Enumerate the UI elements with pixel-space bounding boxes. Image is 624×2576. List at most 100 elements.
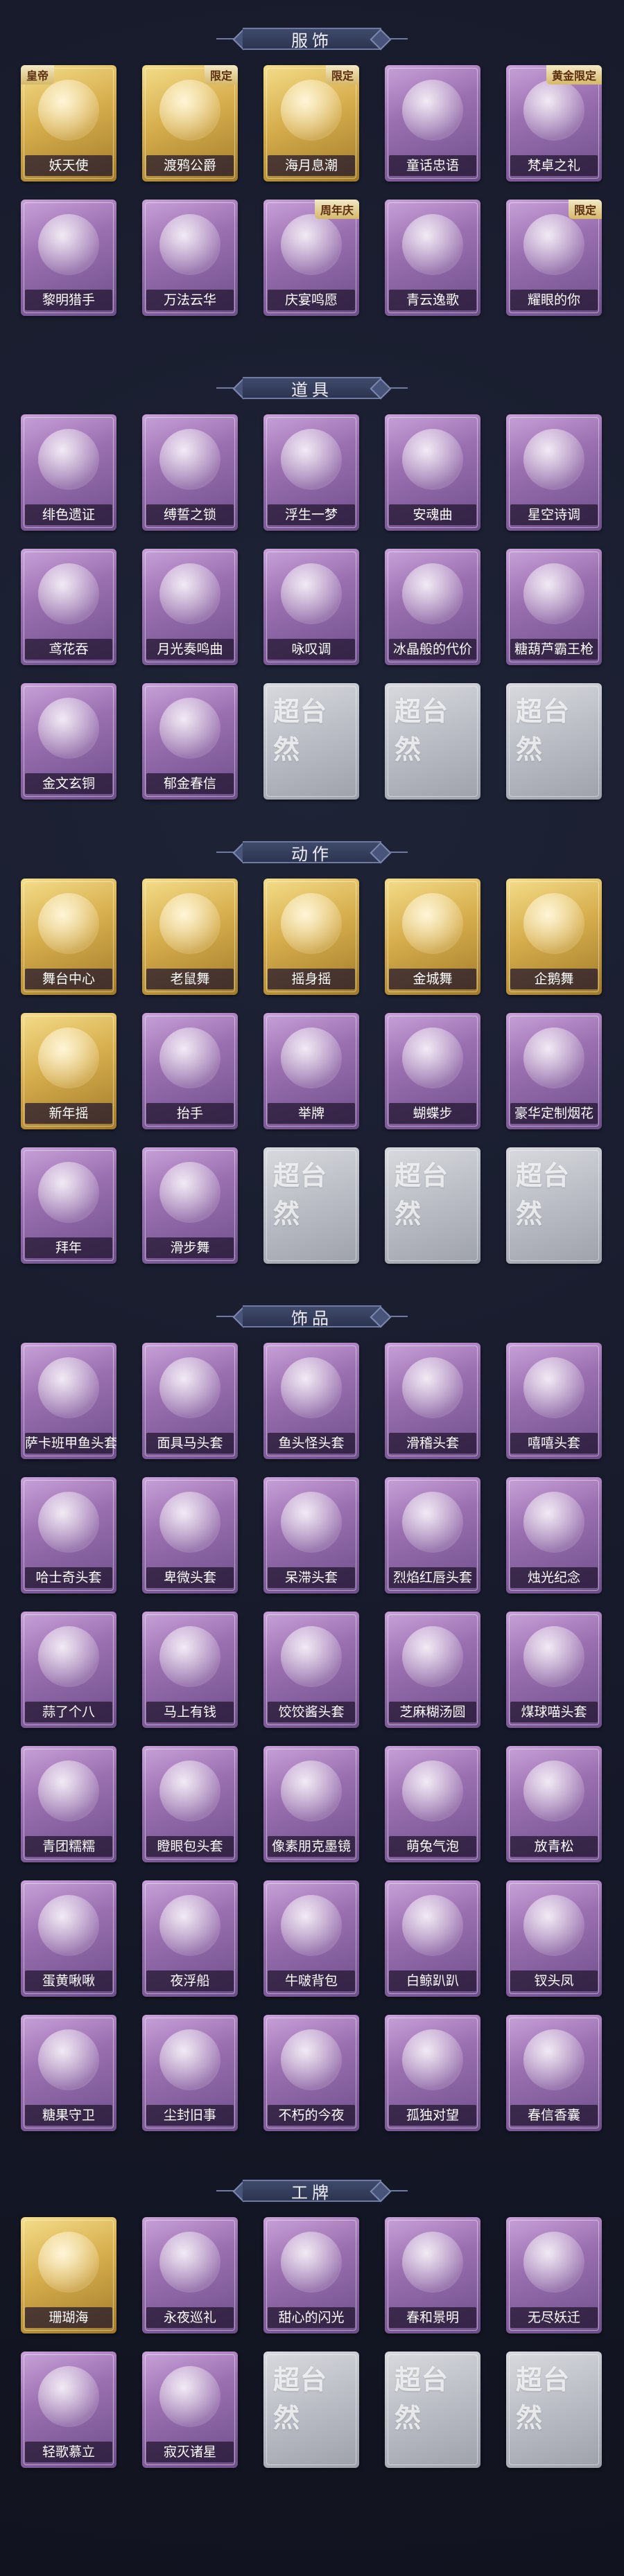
- item-card[interactable]: 无尽妖迁: [506, 2217, 602, 2334]
- item-card[interactable]: 饺饺酱头套: [263, 1612, 359, 1728]
- section-title: 动作: [291, 844, 333, 864]
- locked-item-card[interactable]: 超台然: [385, 1147, 480, 1264]
- item-card[interactable]: 老鼠舞: [142, 879, 238, 995]
- locked-item-card[interactable]: 超台然: [506, 2352, 602, 2468]
- item-card[interactable]: 周年庆 庆宴鸣愿: [263, 200, 359, 316]
- watermark-text: 超台然: [273, 2364, 328, 2433]
- item-card[interactable]: 寂灭诸星: [142, 2352, 238, 2468]
- header-ornament: [390, 1316, 408, 1317]
- item-image: [516, 421, 592, 497]
- item-name: 星空诗调: [510, 504, 598, 525]
- item-row: 舞台中心 老鼠舞 摇身摇 金城舞 企鹅舞: [21, 879, 603, 1003]
- item-card[interactable]: 黎明猎手: [21, 200, 116, 316]
- item-card[interactable]: 春和景明: [385, 2217, 480, 2334]
- item-card[interactable]: 青云逸歌: [385, 200, 480, 316]
- item-card[interactable]: 限定 耀眼的你: [506, 200, 602, 316]
- locked-item-card[interactable]: 超台然: [385, 683, 480, 800]
- item-card[interactable]: 钗头凤: [506, 1880, 602, 1997]
- watermark-logo: 超台然: [395, 690, 471, 766]
- item-card[interactable]: 糖葫芦霸王枪: [506, 549, 602, 665]
- item-card[interactable]: 永夜巡礼: [142, 2217, 238, 2334]
- item-card[interactable]: 金文玄铜: [21, 683, 116, 800]
- item-card[interactable]: 烛光纪念: [506, 1477, 602, 1594]
- item-card[interactable]: 星空诗调: [506, 414, 602, 531]
- item-card[interactable]: 皇帝 妖天使: [21, 65, 116, 182]
- item-card[interactable]: 缚誓之锁: [142, 414, 238, 531]
- item-card[interactable]: 抬手: [142, 1013, 238, 1129]
- item-card[interactable]: 甜心的闪光: [263, 2217, 359, 2334]
- item-card[interactable]: 呆滞头套: [263, 1477, 359, 1594]
- item-card[interactable]: 萌兔气泡: [385, 1746, 480, 1862]
- item-card[interactable]: 萨卡班甲鱼头套: [21, 1343, 116, 1459]
- item-card[interactable]: 举牌: [263, 1013, 359, 1129]
- item-card[interactable]: 咏叹调: [263, 549, 359, 665]
- item-card[interactable]: 尘封旧事: [142, 2015, 238, 2131]
- item-card[interactable]: 煤球喵头套: [506, 1612, 602, 1728]
- item-card[interactable]: 蛋黄啾啾: [21, 1880, 116, 1997]
- item-card[interactable]: 万法云华: [142, 200, 238, 316]
- item-card[interactable]: 绯色遗证: [21, 414, 116, 531]
- locked-item-card[interactable]: 超台然: [385, 2352, 480, 2468]
- item-card[interactable]: 春信香囊: [506, 2015, 602, 2131]
- item-card[interactable]: 新年摇: [21, 1013, 116, 1129]
- item-card[interactable]: 滑步舞: [142, 1147, 238, 1264]
- item-card[interactable]: 企鹅舞: [506, 879, 602, 995]
- item-card[interactable]: 童话忠语: [385, 65, 480, 182]
- item-card[interactable]: 像素朋克墨镜: [263, 1746, 359, 1862]
- item-card[interactable]: 蒜了个八: [21, 1612, 116, 1728]
- item-image: [395, 1887, 471, 1964]
- item-card[interactable]: 牛啵背包: [263, 1880, 359, 1997]
- item-artwork: [523, 893, 584, 954]
- item-card[interactable]: 郁金春信: [142, 683, 238, 800]
- item-name: 缚誓之锁: [146, 504, 234, 525]
- item-artwork: [281, 893, 342, 954]
- item-card[interactable]: 豪华定制烟花: [506, 1013, 602, 1129]
- item-card[interactable]: 轻歌慕立: [21, 2352, 116, 2468]
- item-name: 珊瑚海: [25, 2307, 112, 2328]
- item-card[interactable]: 金城舞: [385, 879, 480, 995]
- item-card[interactable]: 瞪眼包头套: [142, 1746, 238, 1862]
- header-ornament: [390, 38, 408, 39]
- item-image: [152, 556, 228, 632]
- item-card[interactable]: 糖果守卫: [21, 2015, 116, 2131]
- item-card[interactable]: 面具马头套: [142, 1343, 238, 1459]
- item-card[interactable]: 哈士奇头套: [21, 1477, 116, 1594]
- item-card[interactable]: 冰晶般的代价: [385, 549, 480, 665]
- item-name: 不朽的今夜: [268, 2105, 355, 2126]
- item-card[interactable]: 鸢花吞: [21, 549, 116, 665]
- item-card[interactable]: 安魂曲: [385, 414, 480, 531]
- item-card[interactable]: 青团糯糯: [21, 1746, 116, 1862]
- item-name: 企鹅舞: [510, 969, 598, 989]
- item-card[interactable]: 孤独对望: [385, 2015, 480, 2131]
- item-card[interactable]: 摇身摇: [263, 879, 359, 995]
- item-card[interactable]: 放青松: [506, 1746, 602, 1862]
- item-card[interactable]: 夜浮船: [142, 1880, 238, 1997]
- locked-item-card[interactable]: 超台然: [263, 2352, 359, 2468]
- item-row: 哈士奇头套 卑微头套 呆滞头套 烈焰红唇头套 烛光纪念: [21, 1477, 603, 1602]
- item-card[interactable]: 蝴蝶步: [385, 1013, 480, 1129]
- item-card[interactable]: 限定 海月息潮: [263, 65, 359, 182]
- locked-item-card[interactable]: 超台然: [263, 683, 359, 800]
- item-card[interactable]: 拜年: [21, 1147, 116, 1264]
- item-card[interactable]: 烈焰红唇头套: [385, 1477, 480, 1594]
- item-artwork: [523, 563, 584, 624]
- item-image: [31, 2224, 107, 2300]
- item-card[interactable]: 限定 渡鸦公爵: [142, 65, 238, 182]
- item-card[interactable]: 鱼头怪头套: [263, 1343, 359, 1459]
- item-card[interactable]: 珊瑚海: [21, 2217, 116, 2334]
- item-card[interactable]: 芝麻糊汤圆: [385, 1612, 480, 1728]
- item-card[interactable]: 马上有钱: [142, 1612, 238, 1728]
- item-card[interactable]: 浮生一梦: [263, 414, 359, 531]
- item-card[interactable]: 滑稽头套: [385, 1343, 480, 1459]
- locked-item-card[interactable]: 超台然: [506, 683, 602, 800]
- item-card[interactable]: 黄金限定 梵卓之礼: [506, 65, 602, 182]
- item-card[interactable]: 月光奏鸣曲: [142, 549, 238, 665]
- item-image: [273, 1887, 349, 1964]
- item-card[interactable]: 卑微头套: [142, 1477, 238, 1594]
- item-card[interactable]: 不朽的今夜: [263, 2015, 359, 2131]
- item-card[interactable]: 嘻嘻头套: [506, 1343, 602, 1459]
- locked-item-card[interactable]: 超台然: [263, 1147, 359, 1264]
- locked-item-card[interactable]: 超台然: [506, 1147, 602, 1264]
- item-card[interactable]: 舞台中心: [21, 879, 116, 995]
- item-card[interactable]: 白鲸趴趴: [385, 1880, 480, 1997]
